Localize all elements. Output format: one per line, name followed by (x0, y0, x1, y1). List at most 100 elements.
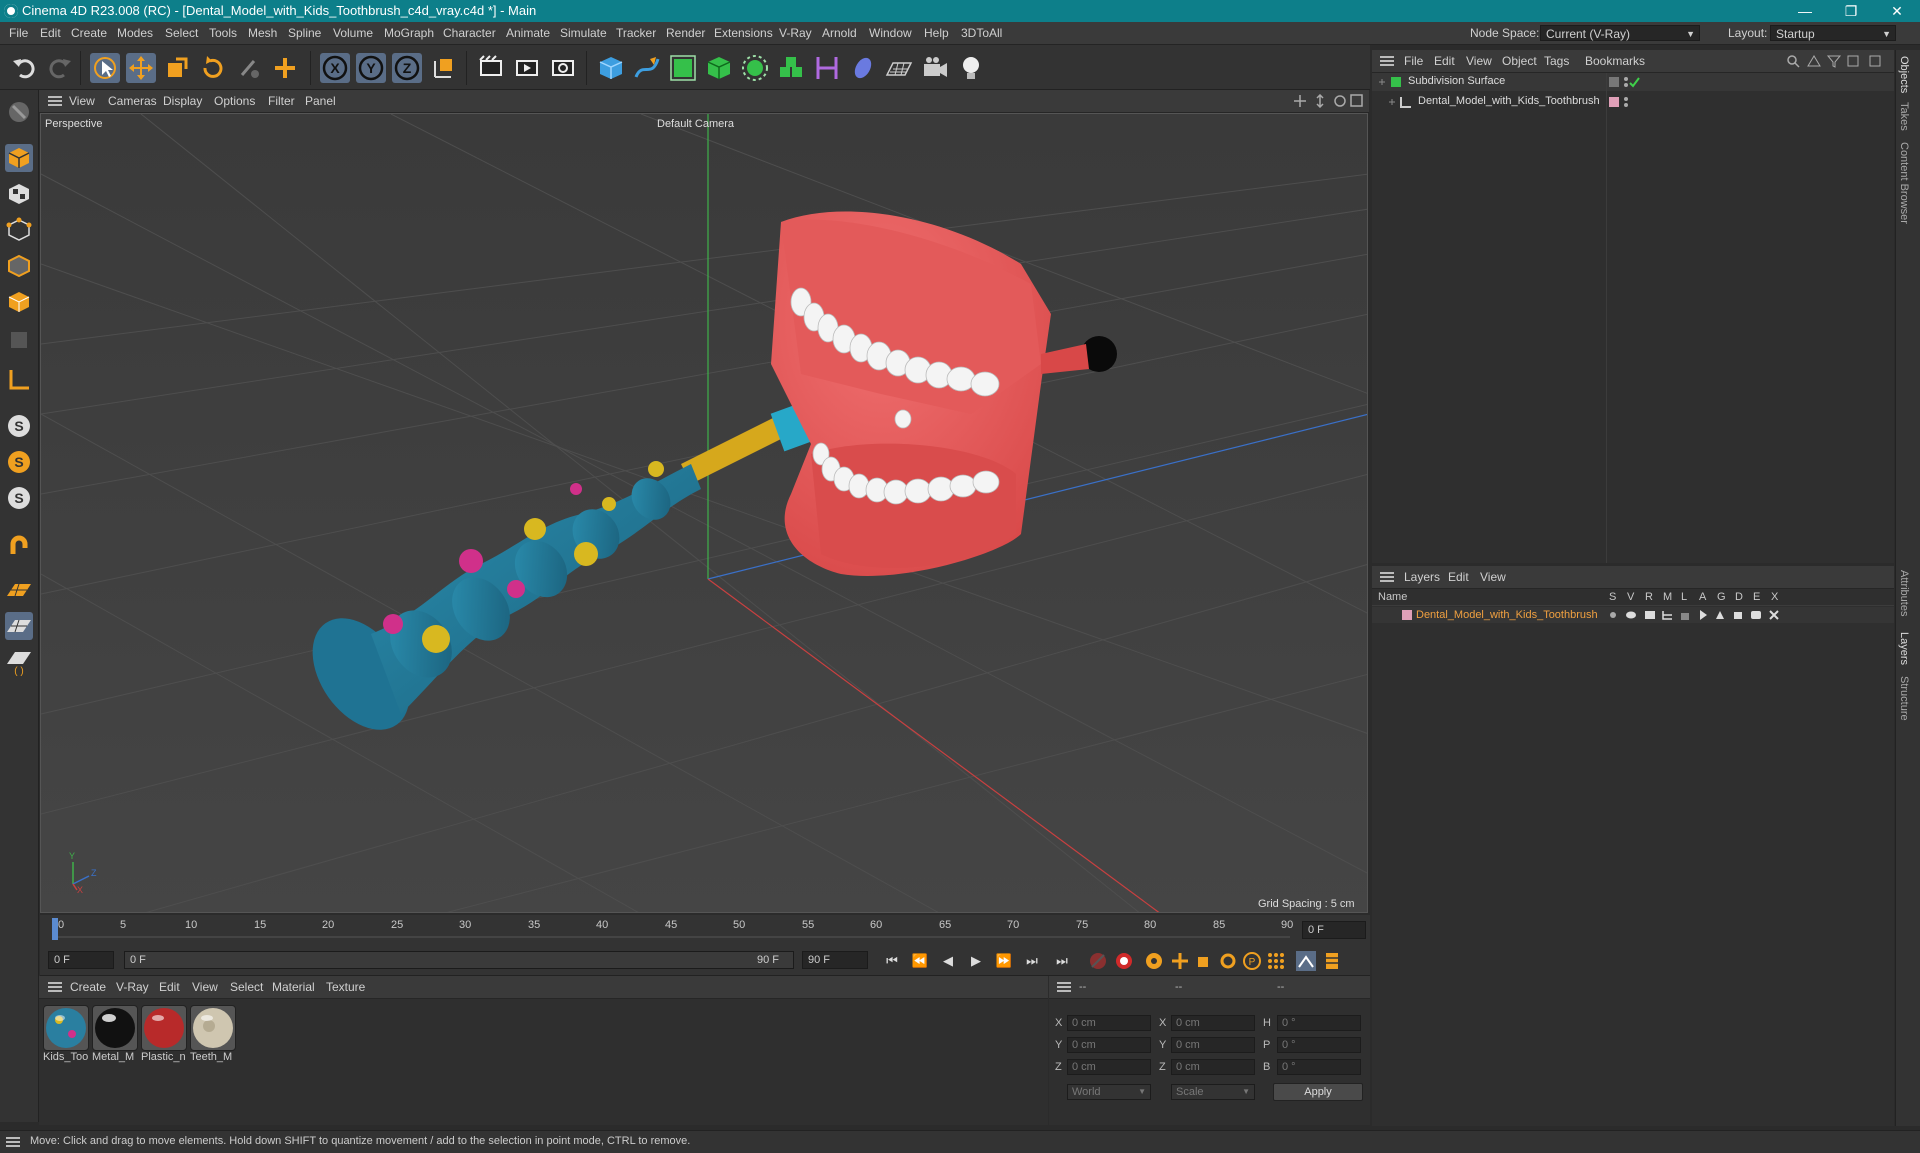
model-mode-icon[interactable] (5, 144, 33, 172)
rotation-h-field[interactable]: 0 ° (1277, 1015, 1361, 1031)
points-mode-icon[interactable] (5, 216, 33, 244)
menu-help[interactable]: Help (924, 26, 949, 40)
scale-tool-icon[interactable] (162, 53, 192, 83)
material-menu-select[interactable]: Select (230, 980, 263, 994)
material-menu-material[interactable]: Material (272, 980, 315, 994)
hamburger-menu-icon[interactable] (1057, 982, 1071, 992)
position-z-field[interactable]: 0 cm (1067, 1059, 1151, 1075)
material-menu-vray[interactable]: V-Ray (116, 980, 149, 994)
viewport-menu-filter[interactable]: Filter (268, 94, 295, 108)
layer-col-solo[interactable]: S (1609, 591, 1616, 603)
layer-col-render[interactable]: R (1645, 591, 1653, 603)
menu-render[interactable]: Render (666, 26, 705, 40)
pen-spline-icon[interactable] (632, 53, 662, 83)
end-frame-field[interactable]: 90 F (802, 951, 868, 969)
size-mode-select[interactable]: Scale ▼ (1171, 1084, 1255, 1100)
render-settings-icon[interactable] (548, 53, 578, 83)
frame-range-slider[interactable]: 0 F 90 F (124, 951, 794, 969)
viewport-menu-cameras[interactable]: Cameras (108, 94, 157, 108)
next-key-icon[interactable]: ⏭ (1022, 951, 1042, 971)
tab-takes[interactable]: Takes (1898, 102, 1910, 131)
key-position-icon[interactable] (1170, 951, 1190, 971)
menu-spline[interactable]: Spline (288, 26, 321, 40)
layer-col-expressions[interactable]: E (1753, 591, 1760, 603)
menu-mesh[interactable]: Mesh (248, 26, 277, 40)
menu-character[interactable]: Character (443, 26, 496, 40)
go-to-start-icon[interactable]: ⏮ (882, 951, 902, 971)
recent-tool-icon[interactable] (234, 53, 264, 83)
minimize-button[interactable]: — (1782, 0, 1828, 22)
position-y-field[interactable]: 0 cm (1067, 1037, 1151, 1053)
layer-col-manager[interactable]: M (1663, 591, 1672, 603)
layer-col-visible[interactable]: V (1627, 591, 1634, 603)
z-axis-lock-icon[interactable]: Z (392, 53, 422, 83)
tab-objects[interactable]: Objects (1898, 56, 1910, 93)
autokey-icon[interactable] (1114, 951, 1134, 971)
x-axis-lock-icon[interactable]: X (320, 53, 350, 83)
layer-color-tag-icon[interactable] (1608, 95, 1648, 109)
layer-col-animation[interactable]: A (1699, 591, 1706, 603)
menu-volume[interactable]: Volume (333, 26, 373, 40)
menu-edit[interactable]: Edit (40, 26, 61, 40)
size-x-field[interactable]: 0 cm (1171, 1015, 1255, 1031)
grid-snap-icon[interactable] (5, 576, 33, 604)
layer-col-deformers[interactable]: D (1735, 591, 1743, 603)
keyframe-selection-icon[interactable] (1144, 951, 1164, 971)
go-to-end-icon[interactable]: ⏭ (1052, 951, 1072, 971)
solo-icon[interactable]: S (5, 412, 33, 440)
viewport-menu-display[interactable]: Display (163, 94, 202, 108)
locked-workplane-icon[interactable]: ( ) (5, 648, 33, 676)
undo-icon[interactable] (10, 53, 40, 83)
rotation-p-field[interactable]: 0 ° (1277, 1037, 1361, 1053)
viewport-navigation-icons[interactable] (1293, 94, 1363, 108)
tree-item-dental-model[interactable]: Dental_Model_with_Kids_Toothbrush (1372, 93, 1894, 111)
solo-off-icon[interactable]: S (5, 484, 33, 512)
light-icon[interactable] (956, 53, 986, 83)
layer-row[interactable]: Dental_Model_with_Kids_Toothbrush (1372, 607, 1894, 623)
menu-tools[interactable]: Tools (209, 26, 237, 40)
material-swatch[interactable]: Plastic_n (141, 1005, 187, 1063)
record-disabled-icon[interactable] (1088, 951, 1108, 971)
layer-col-generators[interactable]: G (1717, 591, 1726, 603)
material-menu-texture[interactable]: Texture (326, 980, 365, 994)
cube-icon[interactable] (596, 53, 626, 83)
menu-file[interactable]: File (9, 26, 28, 40)
texture-mode-icon[interactable] (5, 180, 33, 208)
tab-content-browser[interactable]: Content Browser (1898, 142, 1910, 224)
menu-animate[interactable]: Animate (506, 26, 550, 40)
object-menu-tags[interactable]: Tags (1544, 54, 1569, 68)
layout-select[interactable]: Startup ▼ (1770, 25, 1896, 41)
menu-mograph[interactable]: MoGraph (384, 26, 434, 40)
create-tool-icon[interactable] (270, 53, 300, 83)
menu-modes[interactable]: Modes (117, 26, 153, 40)
viewport-menu-view[interactable]: View (69, 94, 95, 108)
key-pla-icon[interactable] (1266, 951, 1286, 971)
edges-mode-icon[interactable] (5, 252, 33, 280)
menu-vray[interactable]: V-Ray (779, 26, 812, 40)
apply-button[interactable]: Apply (1273, 1083, 1363, 1101)
mograph-matrix-icon[interactable] (776, 53, 806, 83)
start-frame-field[interactable]: 0 F (48, 951, 114, 969)
menu-create[interactable]: Create (71, 26, 107, 40)
object-axis-icon[interactable] (5, 326, 33, 354)
hamburger-menu-icon[interactable] (48, 96, 62, 106)
coordinate-mode-select[interactable]: World ▼ (1067, 1084, 1151, 1100)
menu-window[interactable]: Window (869, 26, 912, 40)
motion-system-icon[interactable] (1296, 951, 1316, 971)
material-menu-view[interactable]: View (192, 980, 218, 994)
hamburger-menu-icon[interactable] (1380, 572, 1394, 582)
viewport-menu-panel[interactable]: Panel (305, 94, 336, 108)
menu-3dtoall[interactable]: 3DToAll (961, 26, 1002, 40)
tree-item-subdivision-surface[interactable]: Subdivision Surface (1372, 73, 1894, 91)
object-menu-object[interactable]: Object (1502, 54, 1537, 68)
play-icon[interactable]: ▶ (966, 951, 986, 971)
position-x-field[interactable]: 0 cm (1067, 1015, 1151, 1031)
menu-extensions[interactable]: Extensions (714, 26, 773, 40)
menu-select[interactable]: Select (165, 26, 198, 40)
floor-icon[interactable] (884, 53, 914, 83)
object-menu-bookmarks[interactable]: Bookmarks (1585, 54, 1645, 68)
viewport-menu-options[interactable]: Options (214, 94, 255, 108)
material-swatch[interactable]: Kids_Too (43, 1005, 89, 1063)
solo-hierarchy-icon[interactable]: S (5, 448, 33, 476)
material-swatch[interactable]: Teeth_M (190, 1005, 236, 1063)
